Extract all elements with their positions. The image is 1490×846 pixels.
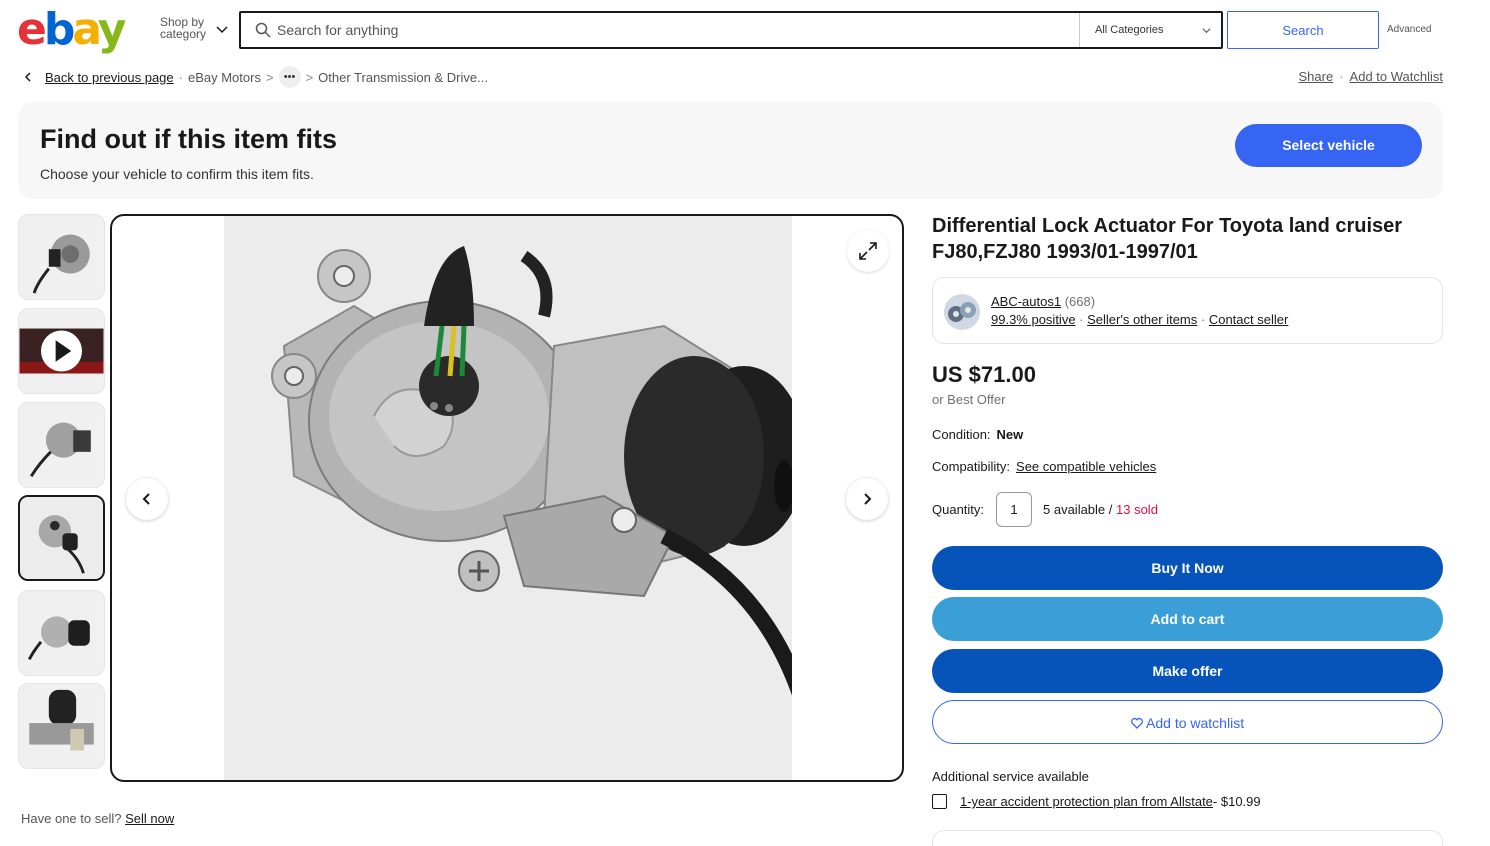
have-one-to-sell: Have one to sell? Sell now (21, 811, 174, 826)
sell-prefix: Have one to sell? (21, 811, 122, 826)
fits-title: Find out if this item fits (40, 124, 337, 154)
actuator-thumbnail-image (19, 591, 104, 675)
thumbnail-1[interactable] (18, 214, 105, 300)
actuator-thumbnail-image (19, 215, 104, 299)
breadcrumb-separator: > (305, 69, 314, 85)
seller-positive-link[interactable]: 99.3% positive (991, 312, 1076, 327)
breadcrumb: Back to previous page · eBay Motors > ••… (18, 66, 488, 88)
chevron-down-icon[interactable] (216, 24, 228, 36)
add-to-cart-button[interactable]: Add to cart (932, 597, 1443, 641)
add-to-watchlist-label: Add to watchlist (1146, 715, 1245, 731)
compatibility-label: Compatibility: (932, 459, 1011, 474)
quantity-input[interactable]: 1 (996, 492, 1032, 527)
share-links: Share · Add to Watchlist (1299, 69, 1444, 84)
thumbnail-4-active[interactable] (18, 495, 105, 581)
quantity-label: Quantity: (932, 502, 985, 517)
previous-image-button[interactable] (126, 478, 168, 520)
expand-icon (859, 242, 877, 260)
main-product-image[interactable] (110, 214, 904, 782)
category-value: All Categories (1095, 24, 1164, 36)
see-compatible-vehicles-link[interactable]: See compatible vehicles (1016, 459, 1156, 474)
next-image-button[interactable] (846, 478, 888, 520)
actuator-thumbnail-image (20, 497, 103, 579)
thumbnail-5[interactable] (18, 590, 105, 676)
buy-it-now-button[interactable]: Buy It Now (932, 546, 1443, 590)
contact-seller-link[interactable]: Contact seller (1209, 312, 1288, 327)
thumbnail-3[interactable] (18, 402, 105, 488)
item-fits-banner: Find out if this item fits Choose your v… (18, 102, 1443, 199)
breadcrumb-separator: > (265, 69, 274, 85)
ebay-logo[interactable]: ebay (17, 6, 126, 54)
chevron-left-icon (142, 493, 150, 505)
available-count: 5 available / (1043, 502, 1116, 517)
breadcrumb-more-button[interactable]: ••• (278, 66, 301, 88)
add-to-watchlist-button[interactable]: Add to watchlist (932, 700, 1443, 744)
seller-links: 99.3% positive · Seller's other items · … (991, 312, 1289, 327)
share-link[interactable]: Share (1299, 69, 1334, 84)
actuator-thumbnail-image (19, 684, 104, 768)
chevron-down-icon (1202, 28, 1211, 34)
back-link[interactable]: Back to previous page (45, 70, 174, 85)
video-thumbnail-image (19, 309, 104, 393)
expand-image-button[interactable] (847, 230, 889, 272)
condition-label: Condition: (932, 427, 991, 442)
search-input[interactable] (277, 13, 1077, 47)
item-price: US $71.00 (932, 362, 1036, 387)
thumbnail-video[interactable] (18, 308, 105, 394)
search-button[interactable]: Search (1227, 11, 1379, 49)
select-vehicle-button[interactable]: Select vehicle (1235, 124, 1422, 167)
thumbnail-6[interactable] (18, 683, 105, 769)
protection-plan-link[interactable]: 1-year accident protection plan from All… (960, 794, 1213, 809)
make-offer-button[interactable]: Make offer (932, 649, 1443, 693)
compatibility-row: Compatibility: See compatible vehicles (932, 459, 1156, 474)
header: ebay Shop by category All Categories Sea… (0, 0, 1490, 60)
actuator-thumbnail-image (19, 403, 104, 487)
fits-subtitle: Choose your vehicle to confirm this item… (40, 166, 314, 182)
chevron-right-icon (864, 493, 872, 505)
seller-other-items-link[interactable]: Seller's other items (1087, 312, 1197, 327)
heart-icon (1130, 717, 1143, 729)
shipping-card (932, 830, 1443, 846)
seller-card: ABC-autos1 (668) 99.3% positive · Seller… (932, 277, 1443, 344)
breadcrumb-dot: · (178, 69, 183, 85)
additional-service-heading: Additional service available (932, 769, 1089, 784)
item-title: Differential Lock Actuator For Toyota la… (932, 215, 1403, 263)
differential-lock-actuator-image (271, 246, 792, 696)
seller-avatar[interactable] (944, 294, 980, 330)
condition-value: New (996, 427, 1024, 442)
breadcrumb-ebay-motors[interactable]: eBay Motors (188, 70, 261, 85)
seller-feedback-count: (668) (1064, 294, 1096, 309)
seller-logo-icon (944, 294, 980, 330)
seller-name-link[interactable]: ABC-autos1 (991, 294, 1061, 309)
chevron-left-icon[interactable] (18, 68, 38, 86)
search-icon (255, 22, 271, 38)
advanced-search-link[interactable]: Advanced (1387, 24, 1431, 35)
best-offer-note: or Best Offer (932, 392, 1006, 407)
share-dot: · (1339, 69, 1344, 84)
search-box: All Categories (239, 11, 1223, 49)
quantity-availability: 5 available / 13 sold (1043, 502, 1158, 517)
protection-plan-checkbox[interactable] (932, 794, 947, 809)
sell-now-link[interactable]: Sell now (125, 811, 174, 826)
shop-by-category[interactable]: Shop by category (160, 16, 206, 40)
add-to-watchlist-link[interactable]: Add to Watchlist (1350, 69, 1443, 84)
condition-row: Condition: New (932, 427, 1023, 442)
protection-plan-price: - $10.99 (1212, 794, 1261, 809)
category-select[interactable]: All Categories (1079, 13, 1223, 47)
protection-plan-row: 1-year accident protection plan from All… (932, 794, 1261, 809)
breadcrumb-category[interactable]: Other Transmission & Drive... (318, 70, 488, 85)
shop-by-line2: category (160, 27, 207, 41)
sold-count: 13 sold (1116, 502, 1158, 517)
seller-name-row: ABC-autos1 (668) (991, 294, 1095, 309)
